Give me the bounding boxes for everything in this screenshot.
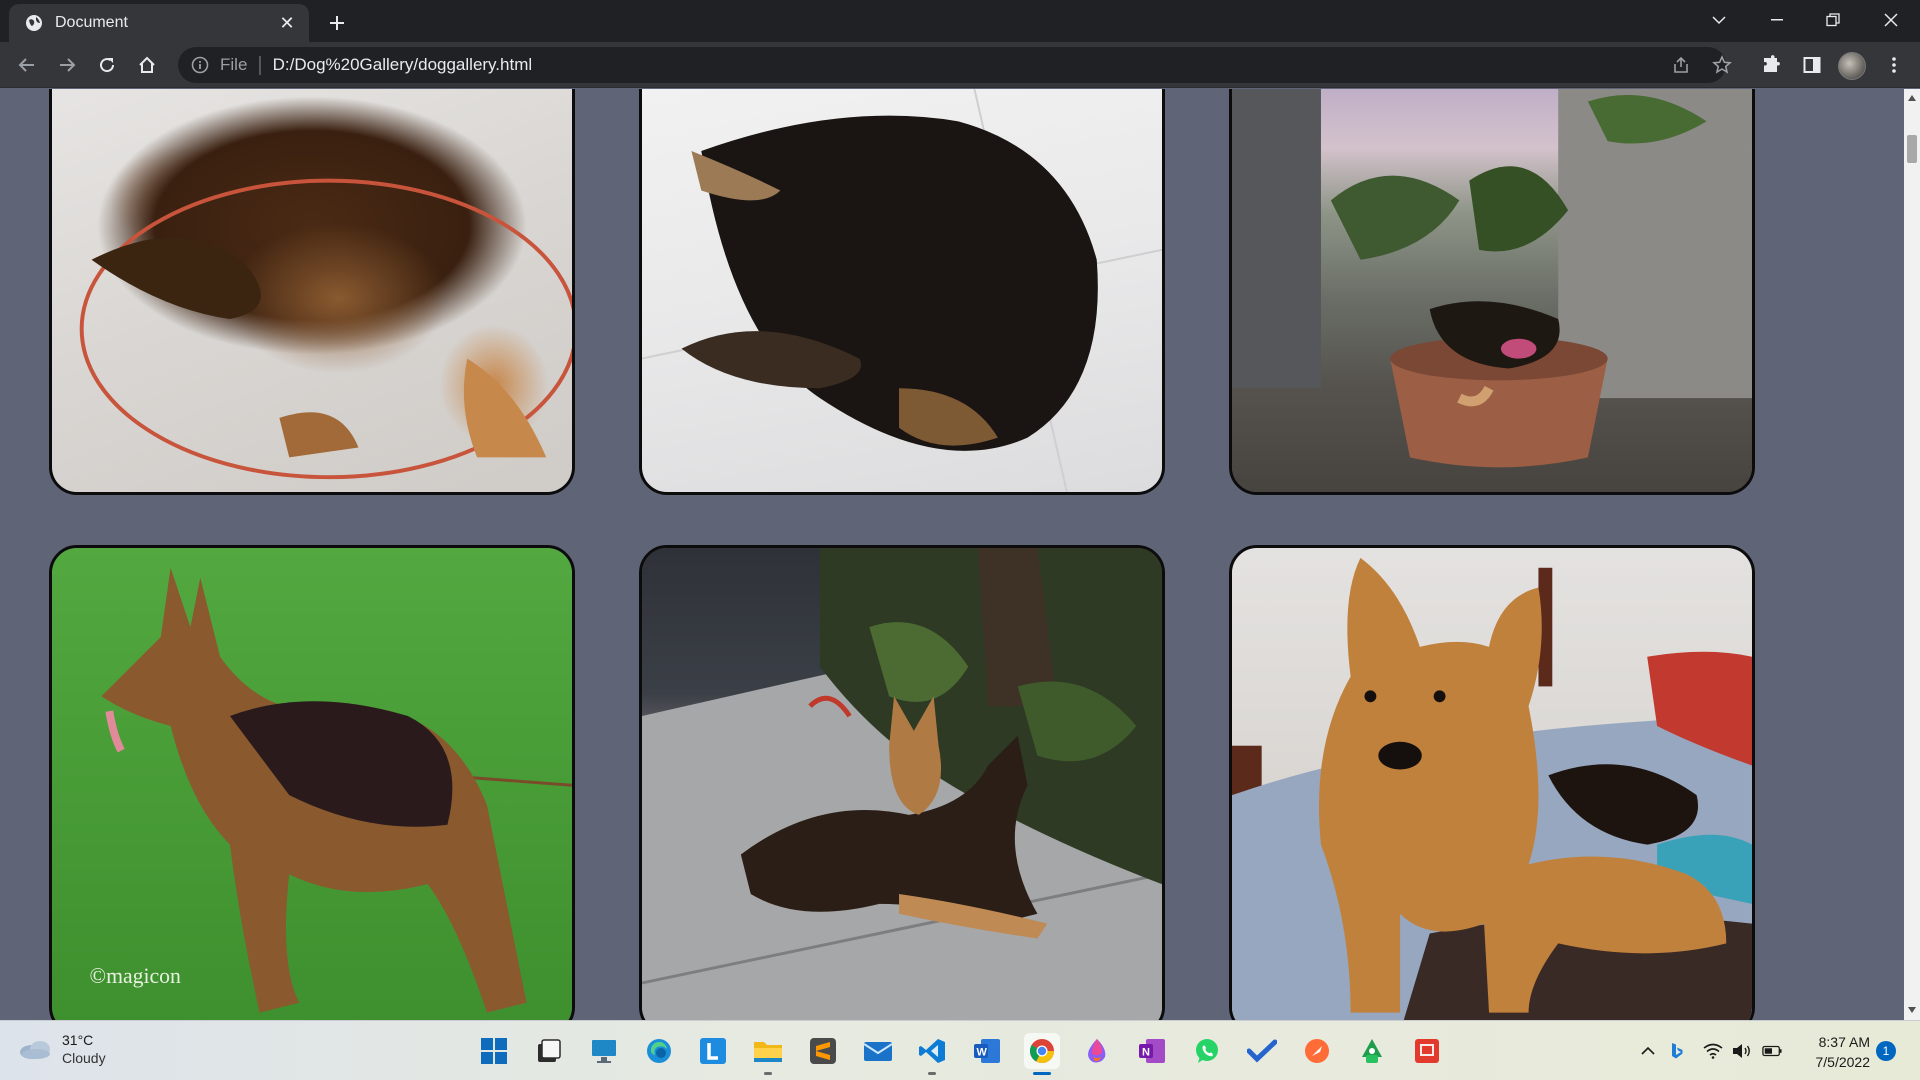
show-hidden-icons-chevron-icon[interactable] [1638, 1041, 1658, 1061]
restore-button[interactable] [1810, 4, 1856, 36]
red-app-icon[interactable] [1409, 1033, 1445, 1069]
onenote-icon[interactable]: N [1134, 1033, 1170, 1069]
menu-kebab-icon[interactable] [1879, 50, 1909, 80]
wifi-icon[interactable] [1703, 1041, 1723, 1061]
forward-button[interactable] [52, 50, 82, 80]
todo-icon[interactable] [1244, 1033, 1280, 1069]
desktop-icon[interactable] [586, 1033, 622, 1069]
robo-app-icon[interactable] [1354, 1033, 1390, 1069]
browser-toolbar: File | D:/Dog%20Gallery/doggallery.html [0, 42, 1920, 88]
address-separator: | [257, 53, 263, 76]
vscode-icon[interactable] [914, 1033, 950, 1075]
profile-avatar[interactable] [1838, 52, 1866, 80]
svg-text:N: N [1142, 1047, 1150, 1059]
reload-button[interactable] [92, 50, 122, 80]
address-bar[interactable]: File | D:/Dog%20Gallery/doggallery.html [178, 47, 1726, 83]
volume-icon[interactable] [1732, 1041, 1752, 1061]
page-viewport: ©magicon [0, 89, 1904, 1020]
cloud-icon [20, 1041, 50, 1059]
start-button[interactable] [476, 1033, 512, 1069]
clock-date: 7/5/2022 [1815, 1054, 1871, 1070]
close-tab-icon[interactable]: ✕ [275, 11, 299, 35]
back-button[interactable] [12, 50, 42, 80]
new-tab-button[interactable] [322, 8, 352, 38]
side-panel-icon[interactable] [1797, 50, 1827, 80]
chrome-icon[interactable] [1024, 1033, 1060, 1075]
l-app-icon[interactable] [695, 1033, 731, 1069]
info-icon[interactable] [190, 55, 210, 75]
bookmark-star-icon[interactable] [1707, 50, 1737, 80]
task-view-icon[interactable] [531, 1033, 567, 1069]
edge-browser-icon[interactable] [641, 1033, 677, 1069]
weather-widget[interactable]: 31°C Cloudy [18, 1031, 106, 1067]
gallery-image-2[interactable] [639, 89, 1165, 495]
notification-badge[interactable]: 1 [1876, 1041, 1896, 1061]
scroll-up-icon[interactable] [1907, 93, 1917, 103]
share-icon[interactable] [1666, 50, 1696, 80]
system-clock[interactable]: 8:37 AM 7/5/2022 [1798, 1032, 1871, 1072]
address-url[interactable]: D:/Dog%20Gallery/doggallery.html [273, 55, 533, 75]
whatsapp-icon[interactable] [1189, 1033, 1225, 1069]
tab-title: Document [55, 14, 128, 31]
taskbar: 31°C Cloudy W N 8:37 AM 7/5/2022 1 [0, 1020, 1920, 1080]
svg-text:W: W [977, 1047, 988, 1059]
tab-strip: Document ✕ [0, 0, 1920, 42]
gallery-image-5[interactable] [639, 545, 1165, 1020]
gallery-image-1[interactable] [49, 89, 575, 495]
mail-icon[interactable] [860, 1033, 896, 1069]
gallery-image-4[interactable]: ©magicon [49, 545, 575, 1020]
address-scheme: File [220, 55, 248, 74]
gallery-image-6[interactable] [1229, 545, 1755, 1020]
scroll-down-icon[interactable] [1907, 1005, 1917, 1015]
tab-document[interactable]: Document ✕ [9, 4, 309, 42]
postman-icon[interactable] [1299, 1033, 1335, 1069]
bing-icon[interactable] [1667, 1041, 1687, 1061]
paint-app-icon[interactable] [1079, 1033, 1115, 1069]
weather-condition: Cloudy [62, 1050, 106, 1066]
file-explorer-icon[interactable] [750, 1033, 786, 1075]
active-indicator [1033, 1072, 1051, 1075]
weather-temperature: 31°C [62, 1032, 94, 1048]
clock-time: 8:37 AM [1818, 1034, 1870, 1050]
word-icon[interactable]: W [969, 1033, 1005, 1069]
gallery-image-3[interactable] [1229, 89, 1755, 495]
minimize-button[interactable] [1754, 4, 1800, 36]
gallery-watermark: ©magicon [90, 964, 181, 988]
running-indicator [928, 1072, 936, 1075]
extensions-icon[interactable] [1756, 50, 1786, 80]
page-scrollbar[interactable] [1904, 89, 1920, 1020]
globe-icon [25, 14, 43, 32]
battery-icon[interactable] [1762, 1041, 1782, 1061]
close-window-button[interactable] [1868, 4, 1914, 36]
sublime-text-icon[interactable] [805, 1033, 841, 1069]
tab-search-icon[interactable] [1696, 4, 1742, 36]
home-button[interactable] [132, 50, 162, 80]
scrollbar-thumb[interactable] [1907, 135, 1917, 163]
running-indicator [764, 1072, 772, 1075]
